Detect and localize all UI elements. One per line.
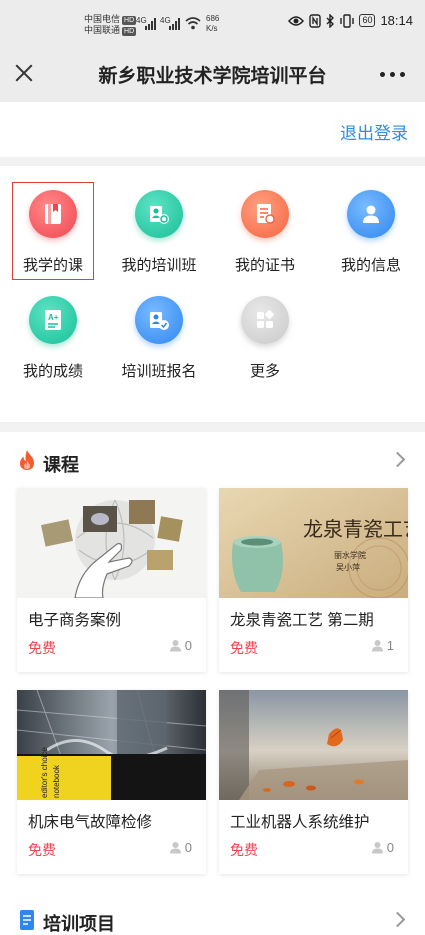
learner-count: 0 [169,840,192,855]
thumb-spine-2: notebook [52,764,61,798]
grade-icon: A+ [29,296,77,344]
book-icon [29,190,77,238]
signal-icon [145,16,156,30]
clock: 18:14 [380,13,413,28]
learner-count-value: 1 [386,638,394,653]
battery-level: 60 [362,15,373,25]
course-card[interactable]: 龙泉青瓷工艺 丽水学院 吴小萍 龙泉青瓷工艺 第二期 免费 1 [219,488,408,672]
courses-header[interactable]: 课程 [0,432,425,488]
status-right: 60 18:14 [288,13,413,28]
courses-title: 课程 [43,455,79,475]
learner-count-value: 0 [386,840,394,855]
carrier-2: 中国联通 [84,25,121,35]
document-icon [20,910,34,930]
network-speed: 686 K/s [206,14,219,34]
thumb-caption: 龙泉青瓷工艺 [303,517,408,541]
person-icon [371,640,383,652]
status-bar: 中国电信 HD 中国联通 HD 4G 4G 686 K/s 60 18:14 [0,0,425,44]
thumb-spine-1: editor's choice [40,747,49,798]
course-price: 免费 [28,640,56,656]
menu-label: 我的成绩 [22,363,83,380]
bluetooth-icon [326,13,335,28]
learner-count-value: 0 [184,840,192,855]
course-price: 免费 [230,640,258,656]
class-icon [135,190,183,238]
account-bar: 退出登录 [0,102,425,157]
logout-link[interactable]: 退出登录 [340,119,408,144]
chevron-right-icon[interactable] [389,451,406,468]
menu-item-more[interactable]: 更多 [212,272,318,380]
learner-count-value: 0 [184,638,192,653]
page-title: 新乡职业技术学院培训平台 [98,66,327,87]
course-title: 工业机器人系统维护 [230,814,370,831]
eye-icon [288,15,305,26]
nfc-icon [309,13,322,28]
certificate-icon [241,190,289,238]
hd-badge: HD [122,16,137,25]
battery-icon: 60 [359,14,376,27]
course-title: 机床电气故障检修 [28,814,153,831]
course-title: 龙泉青瓷工艺 第二期 [230,612,374,629]
carrier-info: 中国电信 HD 中国联通 HD [84,14,137,36]
more-grid-icon [241,296,289,344]
svg-text:A+: A+ [48,313,59,322]
speed-unit: K/s [206,24,218,33]
person-icon [169,640,181,652]
course-card[interactable]: editor's choice notebook 机床电气故障检修 免费 0 [17,690,206,874]
training-projects-section[interactable]: 培训项目 [0,896,425,935]
chevron-right-icon[interactable] [389,911,406,928]
course-thumbnail [17,488,206,598]
learner-count: 0 [371,840,394,855]
course-thumbnail: editor's choice notebook [17,690,206,800]
vibrate-icon [340,13,355,28]
hd-badge: HD [122,27,137,36]
signal-icon [169,16,180,30]
thumb-sub-2: 吴小萍 [336,562,360,572]
course-card[interactable]: 电子商务案例 免费 0 [17,488,206,672]
course-price: 免费 [28,842,56,858]
menu-item-my-courses[interactable]: 我学的课 [0,166,106,280]
course-thumbnail [219,690,408,800]
more-options-icon[interactable] [380,72,405,77]
menu-item-my-certificates[interactable]: 我的证书 [212,166,318,274]
menu-label: 培训班报名 [121,363,197,380]
title-bar: 新乡职业技术学院培训平台 [0,44,425,102]
menu-label: 我的信息 [340,257,401,274]
enroll-icon [135,296,183,344]
person-icon [371,842,383,854]
course-card[interactable]: 工业机器人系统维护 免费 0 [219,690,408,874]
learner-count: 0 [169,638,192,653]
menu-item-enroll[interactable]: 培训班报名 [106,272,212,380]
course-title: 电子商务案例 [28,612,122,629]
person-icon [169,842,181,854]
menu-item-my-grades[interactable]: A+ 我的成绩 [0,272,106,380]
user-icon [347,190,395,238]
course-price: 免费 [230,842,258,858]
speed-value: 686 [206,14,220,23]
course-thumbnail: 龙泉青瓷工艺 丽水学院 吴小萍 [219,488,408,598]
menu-item-my-classes[interactable]: 我的培训班 [106,166,212,274]
function-menu: 我学的课 我的培训班 我的证书 我的信息 A+ 我的成绩 培训班报名 更多 [0,166,425,422]
carrier-1: 中国电信 [84,14,121,24]
learner-count: 1 [371,638,394,653]
projects-title: 培训项目 [43,914,115,934]
thumb-sub-1: 丽水学院 [334,550,366,560]
courses-section: 课程 电子商务案例 免费 0 龙泉青瓷工 丽水学院 吴小萍 龙泉青瓷工艺 第二期… [0,432,425,896]
wifi-icon [185,17,201,30]
menu-label: 更多 [249,363,280,380]
menu-item-my-info[interactable]: 我的信息 [318,166,424,274]
fire-icon [20,450,34,470]
